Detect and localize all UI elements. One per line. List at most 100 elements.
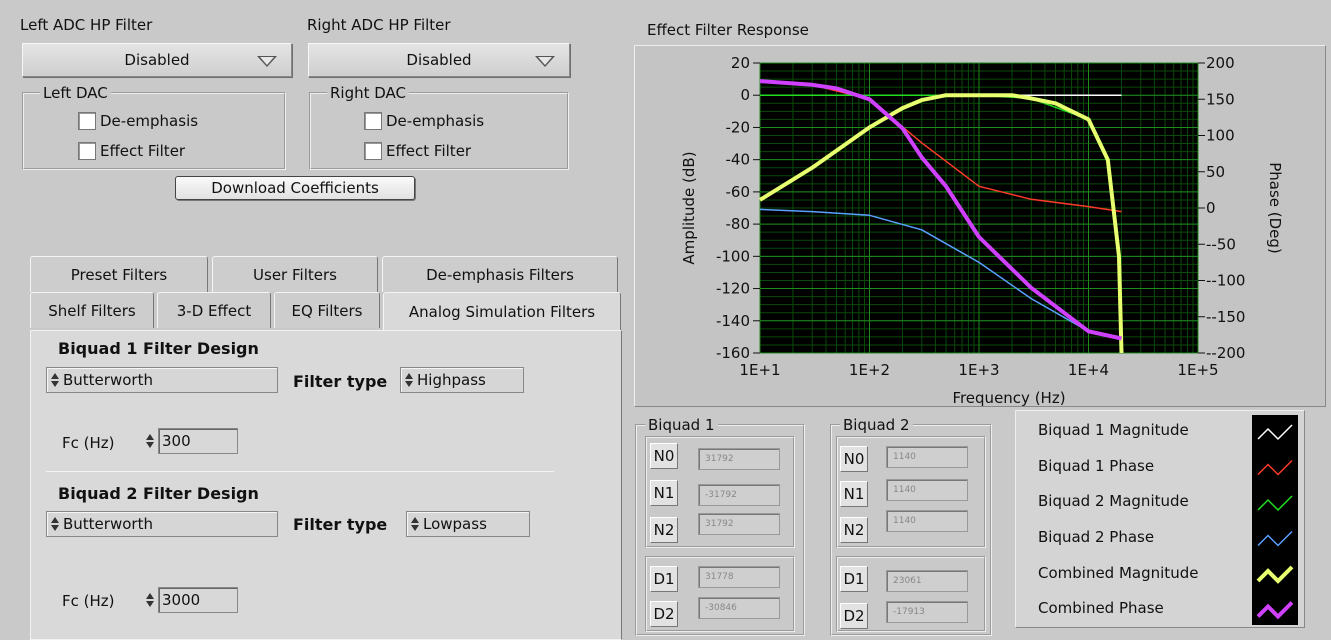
y2-tick-label: --50	[1206, 235, 1236, 253]
panel-divider	[46, 471, 554, 472]
checkbox-box[interactable]	[78, 142, 96, 160]
y-tick-label: -40	[726, 151, 751, 169]
right-effect-label: Effect Filter	[386, 142, 472, 160]
y2-tick-label: --100	[1206, 272, 1245, 290]
checkbox-box[interactable]	[78, 112, 96, 130]
coef-label: N2	[650, 517, 678, 543]
x-tick-label: 1E+4	[1068, 361, 1109, 379]
updown-icon[interactable]	[49, 513, 61, 535]
coef-value: 23061	[886, 570, 968, 592]
coef-label: N0	[840, 446, 868, 472]
left-adc-dropdown[interactable]: Disabled	[22, 43, 292, 77]
coef-value: -17913	[886, 601, 968, 623]
coef-value: 31778	[698, 566, 780, 588]
biquad1-fc-control[interactable]: 300	[142, 428, 238, 454]
plot-legend: Biquad 1 Magnitude Biquad 1 Phase Biquad…	[1015, 410, 1305, 628]
checkbox-box[interactable]	[364, 142, 382, 160]
right-adc-dropdown[interactable]: Disabled	[308, 43, 570, 77]
legend-swatch-line	[1256, 565, 1294, 584]
x-axis-label: Frequency (Hz)	[952, 389, 1065, 407]
y2-tick-label: --200	[1206, 344, 1245, 362]
coef-value: -30846	[698, 597, 780, 619]
left-deemphasis-checkbox[interactable]: De-emphasis	[78, 112, 198, 130]
left-adc-value: Disabled	[124, 51, 190, 69]
right-dac-title: Right DAC	[327, 84, 410, 102]
tab-preset-filters[interactable]: Preset Filters	[30, 256, 208, 292]
coef-label: N1	[840, 481, 868, 507]
legend-label: Combined Phase	[1038, 599, 1164, 617]
biquad2-filter-type-ring[interactable]: Lowpass	[406, 511, 530, 537]
coef-label: D2	[650, 601, 678, 627]
biquad2-design-value: Butterworth	[63, 515, 153, 533]
biquad1-title: Biquad 1 Filter Design	[58, 339, 259, 358]
legend-label: Biquad 1 Phase	[1038, 457, 1155, 475]
coef-label: N1	[650, 480, 678, 506]
y2-tick-label: 150	[1206, 90, 1235, 108]
download-coefficients-button[interactable]: Download Coefficients	[175, 176, 415, 200]
left-deemphasis-label: De-emphasis	[100, 112, 199, 130]
biquad1-filter-type-label: Filter type	[293, 372, 388, 391]
y-tick-label: -100	[716, 247, 750, 265]
updown-icon[interactable]	[409, 513, 421, 535]
tab-analog-simulation-filters[interactable]: Analog Simulation Filters	[383, 292, 621, 330]
tab-3d-effect[interactable]: 3-D Effect	[157, 292, 271, 328]
checkbox-box[interactable]	[364, 112, 382, 130]
x-tick-label: 1E+5	[1177, 361, 1218, 379]
right-deemphasis-checkbox[interactable]: De-emphasis	[364, 112, 484, 130]
right-deemphasis-label: De-emphasis	[386, 112, 485, 130]
tab-user-filters[interactable]: User Filters	[212, 256, 378, 292]
left-effect-checkbox[interactable]: Effect Filter	[78, 142, 185, 160]
biquad2-design-ring[interactable]: Butterworth	[46, 511, 278, 537]
biquad2-fc-field[interactable]: 3000	[158, 587, 238, 613]
coef-label: N0	[650, 443, 678, 469]
biquad2-coef-title: Biquad 2	[840, 416, 913, 434]
y-tick-label: 0	[740, 86, 750, 104]
left-effect-label: Effect Filter	[100, 142, 186, 160]
legend-label: Biquad 1 Magnitude	[1038, 421, 1189, 439]
right-effect-checkbox[interactable]: Effect Filter	[364, 142, 471, 160]
y-tick-label: -80	[726, 215, 751, 233]
chevron-down-icon	[535, 56, 555, 67]
coef-value: 1140	[886, 446, 968, 468]
biquad1-coef-title: Biquad 1	[645, 416, 718, 434]
coef-label: D2	[840, 603, 868, 629]
coef-label: D1	[840, 566, 868, 592]
y-tick-label: -160	[716, 344, 750, 362]
biquad1-design-ring[interactable]: Butterworth	[46, 367, 278, 393]
coef-value: 31792	[698, 513, 780, 535]
biquad2-filter-type-label: Filter type	[293, 515, 388, 534]
biquad1-fc-field[interactable]: 300	[158, 428, 238, 454]
y-axis-label: Amplitude (dB)	[680, 151, 698, 264]
updown-icon[interactable]	[144, 430, 156, 452]
y-tick-label: 20	[731, 54, 750, 72]
tab-shelf-filters[interactable]: Shelf Filters	[30, 292, 154, 328]
y-tick-label: -120	[716, 280, 750, 298]
tab-deemphasis-filters[interactable]: De-emphasis Filters	[382, 256, 618, 292]
legend-swatch-line	[1257, 424, 1293, 441]
legend-swatch-svg	[1256, 424, 1294, 620]
right-adc-value: Disabled	[406, 51, 472, 69]
biquad1-design-value: Butterworth	[63, 371, 153, 389]
biquad1-filter-type-ring[interactable]: Highpass	[400, 367, 524, 393]
updown-icon[interactable]	[144, 589, 156, 611]
effect-filter-response-chart: 1E+1 1E+2 1E+3 1E+4 1E+5200-20-40-60-80-100-…	[680, 54, 1284, 407]
updown-icon[interactable]	[49, 369, 61, 391]
y-tick-label: -140	[716, 312, 750, 330]
biquad2-title: Biquad 2 Filter Design	[58, 484, 259, 503]
left-dac-title: Left DAC	[40, 84, 111, 102]
biquad2-fc-label: Fc (Hz)	[62, 592, 115, 610]
tab-eq-filters[interactable]: EQ Filters	[274, 292, 380, 328]
biquad1-filter-type-value: Highpass	[417, 371, 486, 389]
y-tick-label: -20	[726, 118, 751, 136]
legend-label: Combined Magnitude	[1038, 564, 1199, 582]
biquad1-fc-label: Fc (Hz)	[62, 434, 115, 452]
updown-icon[interactable]	[403, 369, 415, 391]
legend-swatch-line	[1257, 530, 1293, 547]
coef-value: 31792	[698, 448, 780, 470]
legend-swatches	[1252, 415, 1298, 625]
legend-swatch-line	[1256, 601, 1294, 620]
y2-tick-label: --150	[1206, 308, 1245, 326]
legend-swatch-line	[1257, 495, 1293, 512]
coef-label: N2	[840, 517, 868, 543]
biquad2-fc-control[interactable]: 3000	[142, 587, 238, 613]
